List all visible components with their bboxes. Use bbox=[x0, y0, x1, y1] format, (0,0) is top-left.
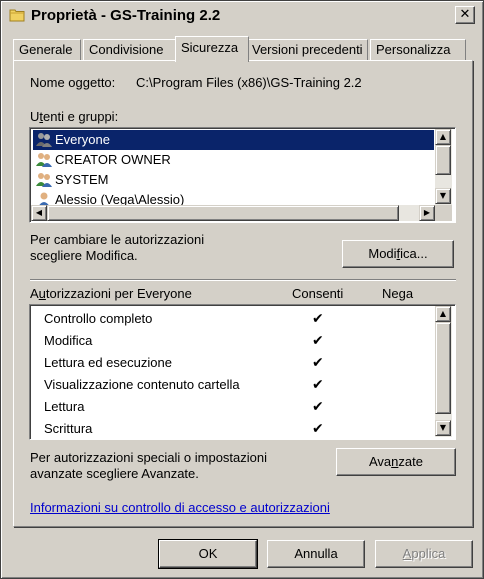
permission-row-full-control: Controllo completo ✔ bbox=[44, 308, 434, 330]
users-vertical-scrollbar[interactable]: ▲ ▼ bbox=[435, 129, 452, 205]
scroll-thumb[interactable] bbox=[47, 205, 399, 221]
user-row-system[interactable]: SYSTEM bbox=[33, 170, 434, 190]
apply-button[interactable]: Applica bbox=[375, 540, 473, 568]
allow-check-icon: ✔ bbox=[312, 377, 324, 393]
edit-button[interactable]: Modifica... bbox=[342, 240, 454, 268]
properties-dialog: Proprietà - GS-Training 2.2 ✕ Generale C… bbox=[0, 0, 484, 579]
object-name-value: C:\Program Files (x86)\GS-Training 2.2 bbox=[136, 75, 362, 90]
scroll-up-icon[interactable]: ▲ bbox=[435, 129, 451, 145]
user-row-everyone[interactable]: Everyone bbox=[33, 130, 434, 150]
object-name-label: Nome oggetto: bbox=[30, 75, 116, 90]
tab-generale[interactable]: Generale bbox=[13, 39, 81, 61]
separator bbox=[30, 279, 456, 280]
group-icon bbox=[36, 153, 52, 167]
tab-versioni-precedenti[interactable]: Versioni precedenti bbox=[246, 39, 368, 61]
allow-check-icon: ✔ bbox=[312, 355, 324, 371]
close-button[interactable]: ✕ bbox=[455, 6, 475, 24]
scroll-up-icon[interactable]: ▲ bbox=[435, 306, 451, 322]
users-horizontal-scrollbar[interactable]: ◀ ▶ bbox=[31, 205, 435, 221]
scroll-down-icon[interactable]: ▼ bbox=[435, 420, 451, 436]
change-hint-line1: Per cambiare le autorizzazioni bbox=[30, 232, 205, 247]
tab-strip: Generale Condivisione Sicurezza Versioni… bbox=[13, 36, 473, 62]
security-tab-panel: Nome oggetto: C:\Program Files (x86)\GS-… bbox=[13, 60, 473, 527]
allow-check-icon: ✔ bbox=[312, 333, 324, 349]
cancel-button[interactable]: Annulla bbox=[267, 540, 365, 568]
tab-sicurezza[interactable]: Sicurezza bbox=[175, 36, 249, 62]
allow-check-icon: ✔ bbox=[312, 399, 324, 415]
permissions-listbox[interactable]: Controllo completo ✔ Modifica ✔ Lettura ed… bbox=[29, 304, 456, 440]
scrollbar-corner bbox=[435, 205, 452, 221]
user-row-creator-owner[interactable]: CREATOR OWNER bbox=[33, 150, 434, 170]
window-title: Proprietà - GS-Training 2.2 bbox=[31, 7, 221, 24]
deny-column-header: Nega bbox=[382, 286, 414, 301]
permission-row-read-execute: Lettura ed esecuzione ✔ bbox=[44, 352, 434, 374]
help-link[interactable]: Informazioni su controllo di accesso e a… bbox=[30, 500, 330, 515]
permissions-label: Autorizzazioni per Everyone bbox=[30, 286, 192, 301]
scroll-thumb[interactable] bbox=[435, 145, 451, 175]
permission-row-list-folder: Visualizzazione contenuto cartella ✔ bbox=[44, 374, 434, 396]
advanced-hint-line1: Per autorizzazioni speciali o impostazio… bbox=[30, 450, 268, 465]
ok-button[interactable]: OK bbox=[158, 539, 258, 569]
tab-condivisione[interactable]: Condivisione bbox=[83, 39, 181, 61]
allow-column-header: Consenti bbox=[292, 286, 344, 301]
users-listbox[interactable]: Everyone CREATOR OWNER SYSTEM Alessio (V… bbox=[29, 127, 456, 223]
scroll-thumb[interactable] bbox=[435, 322, 451, 414]
scroll-left-icon[interactable]: ◀ bbox=[31, 205, 47, 221]
permission-row-read: Lettura ✔ bbox=[44, 396, 434, 418]
group-icon bbox=[36, 173, 52, 187]
scroll-down-icon[interactable]: ▼ bbox=[435, 188, 451, 204]
group-icon bbox=[36, 133, 52, 147]
allow-check-icon: ✔ bbox=[312, 311, 324, 327]
permissions-vertical-scrollbar[interactable]: ▲ ▼ bbox=[435, 306, 452, 437]
allow-check-icon: ✔ bbox=[312, 421, 324, 437]
scroll-right-icon[interactable]: ▶ bbox=[419, 205, 435, 221]
change-hint-line2: scegliere Modifica. bbox=[30, 248, 138, 263]
folder-icon bbox=[9, 9, 25, 22]
tab-personalizza[interactable]: Personalizza bbox=[370, 39, 466, 61]
permission-row-modify: Modifica ✔ bbox=[44, 330, 434, 352]
advanced-button[interactable]: Avanzate bbox=[336, 448, 456, 476]
title-bar[interactable]: Proprietà - GS-Training 2.2 ✕ bbox=[3, 3, 481, 27]
advanced-hint-line2: avanzate scegliere Avanzate. bbox=[30, 466, 199, 481]
permission-row-write: Scrittura ✔ bbox=[44, 418, 434, 439]
groups-label: Utenti e gruppi: bbox=[30, 109, 119, 124]
